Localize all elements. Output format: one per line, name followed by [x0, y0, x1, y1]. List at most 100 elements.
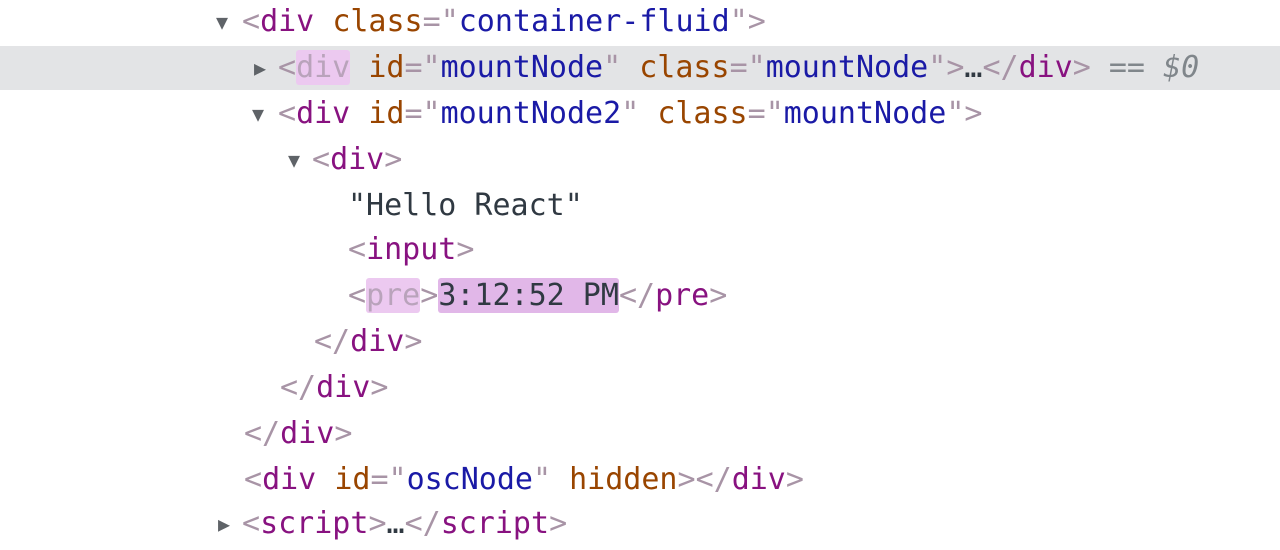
quote: "	[946, 96, 965, 131]
attribute-value: oscNode	[406, 462, 533, 497]
tag-name-highlighted: pre	[366, 278, 421, 313]
end-tag-name: div	[1018, 50, 1073, 85]
node-markup: <div id="mountNode" class="mountNode">…<…	[278, 46, 1199, 90]
dom-close-div[interactable]: </div>	[0, 320, 1280, 364]
dom-node-oscNode[interactable]: <div id="oscNode" hidden></div>	[0, 458, 1280, 502]
tag-close-bracket: >	[709, 278, 728, 313]
attribute-value: mountNode	[783, 96, 947, 131]
console-ref-variable: $0	[1163, 50, 1200, 85]
attribute-value: mountNode	[765, 50, 929, 85]
tag-open-bracket: <	[312, 142, 331, 177]
triangle-down-icon[interactable]: ▼	[216, 0, 228, 44]
tag-open-bracket: <	[278, 50, 297, 85]
equals-sign: =	[404, 96, 423, 131]
triangle-right-icon[interactable]: ▶	[218, 502, 230, 546]
quote: "	[747, 50, 766, 85]
quote: "	[422, 50, 441, 85]
attribute-name: class	[657, 96, 748, 131]
quote: "	[388, 462, 407, 497]
triangle-down-icon[interactable]: ▼	[288, 138, 300, 182]
tag-name: div	[260, 4, 315, 39]
dom-node-div[interactable]: ▼ <div>	[0, 138, 1280, 182]
end-tag-open-bracket: </	[280, 370, 317, 405]
quote: "	[765, 96, 784, 131]
dom-text-node[interactable]: "Hello React"	[0, 184, 1280, 228]
tag-open-bracket: <	[244, 462, 263, 497]
tag-name: div	[296, 96, 351, 131]
attribute-name: class	[639, 50, 730, 85]
quote: "	[533, 462, 552, 497]
tag-close-bracket: >	[964, 96, 983, 131]
elements-panel-dom-tree: ▼ <div class="container-fluid"> ▶ <div i…	[0, 0, 1280, 550]
end-tag-open-bracket: </	[982, 50, 1019, 85]
triangle-right-icon[interactable]: ▶	[254, 46, 266, 90]
equals-sign: =	[370, 462, 389, 497]
tag-open-bracket: <	[242, 506, 261, 541]
tag-open-bracket: <	[348, 278, 367, 313]
dom-close-div[interactable]: </div>	[0, 366, 1280, 410]
tag-close-bracket: >	[549, 506, 568, 541]
node-markup: <pre>3:12:52 PM</pre>	[348, 274, 727, 318]
dom-node-container-fluid[interactable]: ▼ <div class="container-fluid">	[0, 0, 1280, 44]
collapsed-ellipsis[interactable]: …	[964, 50, 982, 85]
tag-open-bracket: <	[278, 96, 297, 131]
attribute-name: id	[334, 462, 371, 497]
tag-close-bracket: >	[747, 4, 766, 39]
node-markup: <div class="container-fluid">	[242, 0, 766, 44]
tag-close-bracket: >	[785, 462, 804, 497]
triangle-down-icon[interactable]: ▼	[252, 92, 264, 136]
tag-name: script	[260, 506, 369, 541]
attribute-name: id	[368, 96, 405, 131]
end-tag-open-bracket: </	[404, 506, 441, 541]
dom-node-mountNode-selected[interactable]: ▶ <div id="mountNode" class="mountNode">…	[0, 46, 1280, 90]
tag-name: div	[330, 142, 385, 177]
tag-close-bracket: >	[368, 506, 387, 541]
end-tag-name: div	[731, 462, 786, 497]
end-tag-open-bracket: </	[314, 324, 351, 359]
node-markup: <div>	[312, 138, 402, 182]
equals-sign: =	[404, 50, 423, 85]
text-node-content: "Hello React"	[348, 188, 583, 223]
attribute-value: container-fluid	[458, 4, 730, 39]
collapsed-ellipsis[interactable]: …	[387, 506, 405, 541]
dom-node-mountNode2[interactable]: ▼ <div id="mountNode2" class="mountNode"…	[0, 92, 1280, 136]
attribute-value: mountNode	[440, 50, 604, 85]
dom-node-pre[interactable]: <pre>3:12:52 PM</pre>	[0, 274, 1280, 318]
quote: "	[928, 50, 947, 85]
equals-sign: =	[747, 96, 766, 131]
quote: "	[729, 4, 748, 39]
tag-close-bracket: >	[456, 232, 475, 267]
attribute-value: mountNode2	[440, 96, 622, 131]
end-tag-name: pre	[655, 278, 710, 313]
attribute-name: id	[368, 50, 405, 85]
tag-close-bracket: >	[334, 416, 353, 451]
tag-name-highlighted: div	[296, 50, 351, 85]
tag-close-bracket: >	[1072, 50, 1091, 85]
tag-name: input	[366, 232, 457, 267]
console-ref-equals: ==	[1108, 50, 1145, 85]
tag-close-bracket: >	[384, 142, 403, 177]
end-tag-name: div	[316, 370, 371, 405]
tag-close-bracket: >	[946, 50, 965, 85]
tag-close-bracket: >	[404, 324, 423, 359]
node-markup: </div>	[244, 412, 352, 456]
tag-name: div	[262, 462, 317, 497]
tag-open-bracket: <	[348, 232, 367, 267]
node-markup: <div id="oscNode" hidden></div>	[244, 458, 804, 502]
node-markup: <div id="mountNode2" class="mountNode">	[278, 92, 982, 136]
end-tag-open-bracket: </	[618, 278, 656, 313]
node-markup: </div>	[314, 320, 422, 364]
quote: "	[621, 96, 640, 131]
dom-node-script[interactable]: ▶ <script>…</script>	[0, 502, 1280, 546]
tag-open-bracket: <	[242, 4, 261, 39]
dom-close-div[interactable]: </div>	[0, 412, 1280, 456]
dom-node-input[interactable]: <input>	[0, 228, 1280, 272]
node-markup: </div>	[280, 366, 388, 410]
tag-close-bracket: >	[677, 462, 696, 497]
node-markup: <input>	[348, 228, 474, 272]
end-tag-name: script	[440, 506, 550, 541]
end-tag-name: div	[350, 324, 405, 359]
end-tag-name: div	[280, 416, 335, 451]
pre-text-highlighted: 3:12:52 PM	[438, 278, 619, 313]
end-tag-open-bracket: </	[695, 462, 732, 497]
